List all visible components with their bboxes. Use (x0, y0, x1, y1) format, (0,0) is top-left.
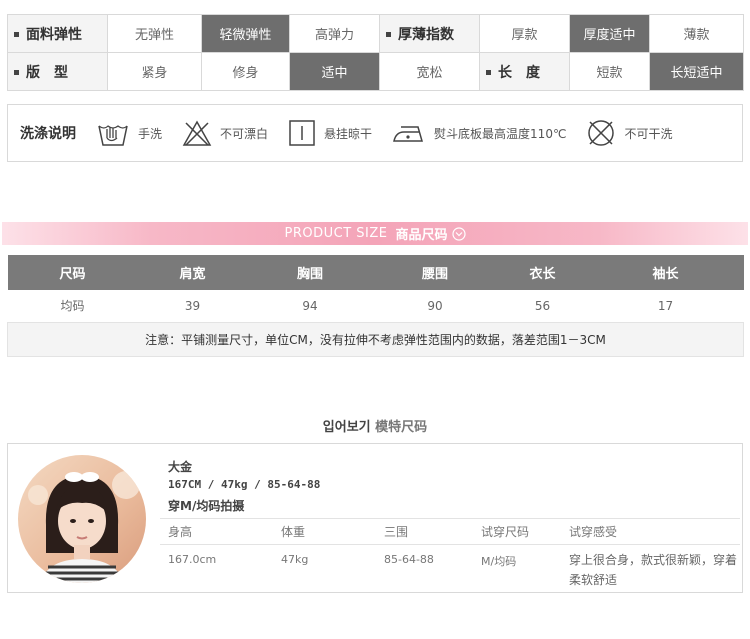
size-column-header: 袖长 (587, 255, 744, 290)
fabric-attributes-table: 面料弹性 无弹性 轻微弹性 高弹力 厚薄指数 厚款 厚度适中 薄款版 型 紧身 修身 适中 宽松 长 度… (7, 14, 744, 91)
attribute-option-selected: 轻微弹性 (201, 14, 290, 53)
size-column-header: 尺码 (7, 255, 138, 290)
wash-item-no-dry-clean: 不可干洗 (586, 118, 672, 148)
attribute-option: 宽松 (379, 52, 480, 91)
chevron-down-circle-icon (451, 226, 466, 241)
bullet-square-icon (386, 32, 391, 37)
wash-label: 悬挂晾干 (324, 126, 373, 141)
attribute-option: 薄款 (649, 14, 744, 53)
wash-label: 不可漂白 (220, 126, 269, 141)
iron-icon (393, 126, 424, 142)
attribute-label: 厚薄指数 (379, 14, 480, 53)
table-row: 均码 39 94 90 56 17 (7, 290, 744, 323)
model-info-box: 大金 167CM / 47kg / 85-64-88 穿M/均码拍摄 身高 体重三… (7, 443, 743, 593)
attribute-label: 版 型 (7, 52, 108, 91)
washing-title: 洗涤说明 (20, 126, 76, 142)
model-heading-ko: 입어보기 (322, 420, 371, 435)
hand-wash-icon (98, 125, 128, 146)
hang-dry-icon (289, 120, 315, 146)
attribute-row: 版 型紧身修身适中宽松长 度短款长短适中长款 (7, 52, 744, 91)
attribute-label: 面料弹性 (7, 14, 108, 53)
wash-label: 熨斗底板最高温度110℃ (434, 126, 567, 141)
attribute-option: 紧身 (107, 52, 202, 91)
size-table-header: 尺码 肩宽 胸围 腰围 衣长 袖长 (7, 255, 744, 290)
size-cell: 90 (372, 290, 498, 323)
size-column-header: 衣长 (497, 255, 588, 290)
wash-label: 不可干洗 (624, 126, 673, 141)
attribute-label: 长 度 (479, 52, 570, 91)
attribute-option: 短款 (569, 52, 650, 91)
attribute-label-text: 长 度 (498, 64, 540, 81)
model-fit-column-header: 试穿感受 (561, 518, 740, 545)
attribute-row: 面料弹性 无弹性 轻微弹性 高弹力 厚薄指数 厚款 厚度适中 薄款 (7, 14, 744, 53)
table-row: 167.0cm 47kg 85-64-88 M/均码 穿上很合身，款式很新颖，穿着柔软舒… (160, 545, 740, 591)
wash-item-hand-wash: 手洗 (96, 118, 162, 148)
model-fit-cell: 穿上很合身，款式很新颖，穿着柔软舒适 (569, 553, 738, 587)
attribute-label-text: 版 型 (26, 64, 68, 81)
attribute-option: 无弹性 (107, 14, 202, 53)
bullet-square-icon (14, 32, 19, 37)
size-column-header: 腰围 (372, 255, 498, 290)
model-fit-cell: 47kg (281, 553, 309, 566)
model-fit-cell: 85-64-88 (384, 553, 434, 566)
size-column-header: 胸围 (247, 255, 373, 290)
attribute-label-text: 面料弹性 (26, 26, 82, 43)
model-stats: 167CM / 47kg / 85-64-88 (168, 478, 321, 491)
model-fit-table: 身高 体重 三围 试穿尺码 试穿感受 167.0cm 47kg 85-64-88 M/均码 穿上… (160, 518, 740, 590)
size-cell: 56 (497, 290, 588, 323)
model-fit-column-header: 体重 (273, 518, 376, 545)
size-cell: 94 (247, 290, 373, 323)
wash-item-no-bleach: 不可漂白 (182, 119, 268, 147)
product-size-banner: PRODUCT SIZE 商品尺码 (2, 222, 748, 245)
no-bleach-icon (182, 120, 212, 146)
model-fit-header: 身高 体重 三围 试穿尺码 试穿感受 (160, 518, 740, 545)
attribute-option: 厚款 (479, 14, 570, 53)
model-fit-cell: 167.0cm (168, 553, 217, 566)
model-wearing-size: 穿M/均码拍摄 (168, 499, 245, 513)
washing-instructions: 洗涤说明 手洗 不可漂白 悬挂晾干 熨斗底板最高温度110℃ 不可干洗 (7, 104, 743, 162)
size-cell: 39 (137, 290, 248, 323)
banner-title-en: PRODUCT SIZE (284, 226, 388, 241)
size-table: 尺码 肩宽 胸围 腰围 衣长 袖长 均码 39 94 90 56 17 注意：平铺测量尺寸，单位CM… (7, 255, 744, 357)
model-fit-cell: M/均码 (481, 555, 517, 568)
bullet-square-icon (14, 70, 19, 75)
banner-title-zh: 商品尺码 (395, 228, 448, 243)
bullet-square-icon (486, 70, 491, 75)
no-dry-clean-icon (588, 120, 615, 146)
model-section-heading: 입어보기 模特尺码 (0, 416, 750, 435)
attribute-option-selected: 长短适中 (649, 52, 744, 91)
attribute-option: 高弹力 (289, 14, 380, 53)
attribute-label-text: 厚薄指数 (398, 26, 454, 43)
size-note-row: 注意：平铺测量尺寸，单位CM，没有拉伸不考虑弹性范围内的数据，落差范围1－3CM (7, 321, 744, 357)
size-cell: 均码 (7, 290, 138, 323)
size-cell: 17 (587, 290, 744, 323)
wash-item-iron: 熨斗底板最高温度110℃ (392, 121, 566, 145)
wash-item-hang-dry: 悬挂晾干 (288, 119, 372, 147)
attribute-option-selected: 适中 (289, 52, 380, 91)
model-fit-column-header: 试穿尺码 (473, 518, 561, 545)
attribute-option: 修身 (201, 52, 290, 91)
model-avatar (18, 455, 146, 583)
size-column-header: 肩宽 (137, 255, 248, 290)
size-note: 注意：平铺测量尺寸，单位CM，没有拉伸不考虑弹性范围内的数据，落差范围1－3CM (7, 321, 744, 357)
model-name: 大金 (168, 460, 193, 474)
attribute-option-selected: 厚度适中 (569, 14, 650, 53)
model-heading-zh: 模特尺码 (375, 420, 428, 435)
wash-label: 手洗 (138, 126, 163, 141)
model-fit-column-header: 身高 (160, 518, 273, 545)
model-fit-column-header: 三围 (376, 518, 473, 545)
